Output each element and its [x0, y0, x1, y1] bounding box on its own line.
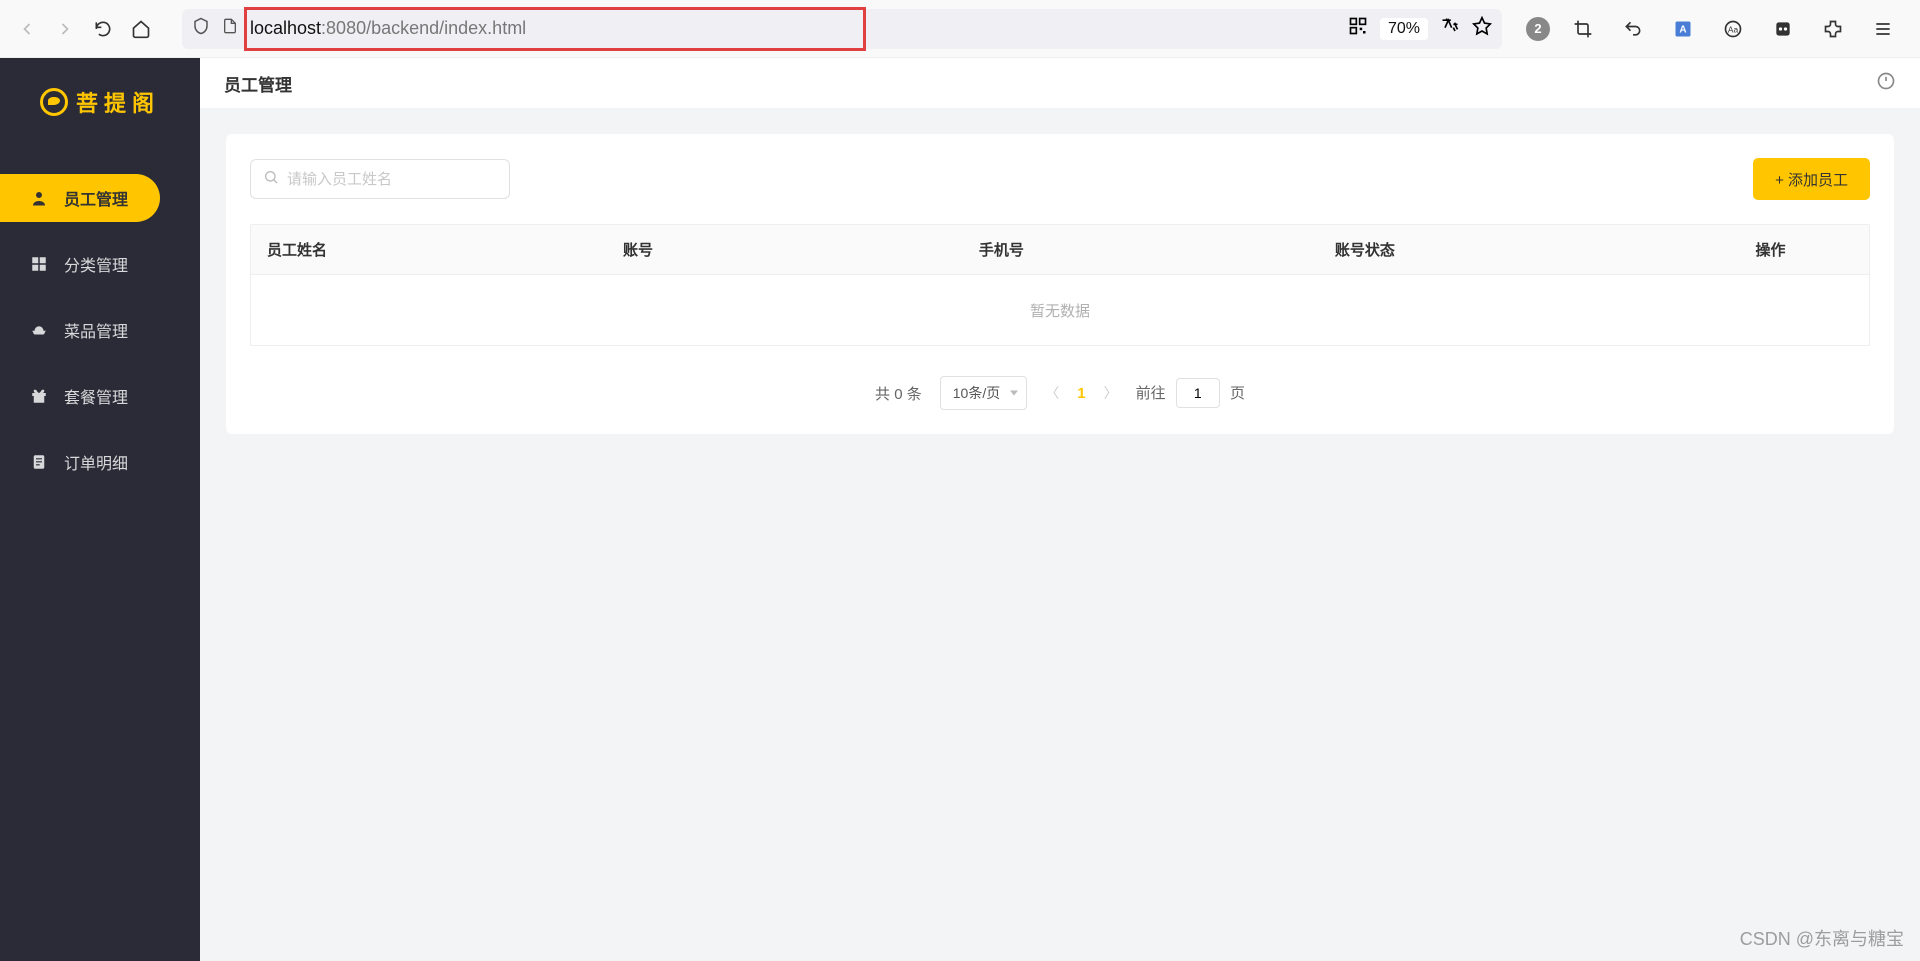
sidebar-item-label: 套餐管理 — [64, 384, 128, 408]
sidebar-item-orders[interactable]: 订单明细 — [0, 438, 200, 486]
browser-toolbar: localhost :8080/backend/index.html 70% 2 — [0, 0, 1920, 58]
user-icon — [30, 189, 48, 207]
prev-page-button[interactable]: 〈 — [1045, 383, 1059, 403]
sidebar-item-setmeal[interactable]: 套餐管理 — [0, 372, 200, 420]
sidebar-item-label: 员工管理 — [64, 186, 128, 210]
forward-button[interactable] — [48, 12, 82, 46]
page-jump-input[interactable] — [1176, 378, 1220, 408]
crop-icon[interactable] — [1566, 12, 1600, 46]
address-bar[interactable]: localhost :8080/backend/index.html 70% — [182, 9, 1502, 49]
column-action: 操作 — [1740, 239, 1869, 260]
url-path: :8080/backend/index.html — [321, 18, 526, 39]
employee-table: 员工姓名 账号 手机号 账号状态 操作 暂无数据 — [250, 224, 1870, 346]
gift-icon — [30, 387, 48, 405]
next-page-button[interactable]: 〉 — [1104, 383, 1118, 403]
watermark: CSDN @东离与糖宝 — [1740, 925, 1904, 951]
sidebar-item-employees[interactable]: 员工管理 — [0, 174, 160, 222]
translate-ext-icon[interactable]: A — [1666, 12, 1700, 46]
search-input[interactable] — [287, 171, 497, 188]
notification-badge[interactable]: 2 — [1526, 17, 1550, 41]
dish-icon — [30, 321, 48, 339]
brand-logo: 菩提阁 — [0, 86, 200, 118]
search-input-wrap[interactable] — [250, 159, 510, 199]
page-header: 员工管理 — [200, 58, 1920, 108]
sidebar-item-label: 分类管理 — [64, 252, 128, 276]
logout-icon[interactable] — [1876, 71, 1896, 96]
search-icon — [263, 169, 279, 190]
page-size-select[interactable]: 10条/页 — [940, 376, 1027, 410]
table-empty-text: 暂无数据 — [251, 275, 1869, 345]
current-page[interactable]: 1 — [1077, 385, 1085, 402]
sidebar: 菩提阁 员工管理 分类管理 菜品管理 套餐管理 — [0, 58, 200, 961]
zoom-level[interactable]: 70% — [1380, 18, 1428, 40]
sidebar-item-category[interactable]: 分类管理 — [0, 240, 200, 288]
logo-icon — [40, 88, 68, 116]
menu-icon[interactable] — [1866, 12, 1900, 46]
total-text: 共 0 条 — [875, 383, 922, 404]
url-host: localhost — [250, 18, 321, 39]
reload-button[interactable] — [86, 12, 120, 46]
qr-icon[interactable] — [1348, 16, 1368, 41]
content-card: + 添加员工 员工姓名 账号 手机号 账号状态 操作 暂无数据 共 0 条 — [226, 134, 1894, 434]
doc-icon — [30, 453, 48, 471]
back-button[interactable] — [10, 12, 44, 46]
translate-icon[interactable] — [1440, 16, 1460, 41]
font-ext-icon[interactable]: Aa — [1716, 12, 1750, 46]
column-phone: 手机号 — [963, 239, 1319, 260]
sidebar-item-dishes[interactable]: 菜品管理 — [0, 306, 200, 354]
sidebar-item-label: 菜品管理 — [64, 318, 128, 342]
svg-text:A: A — [1679, 24, 1686, 35]
app-ext-icon[interactable] — [1766, 12, 1800, 46]
page-icon — [222, 17, 238, 40]
column-status: 账号状态 — [1319, 239, 1740, 260]
page-title: 员工管理 — [224, 71, 292, 96]
grid-icon — [30, 255, 48, 273]
bookmark-star-icon[interactable] — [1472, 16, 1492, 41]
shield-icon — [192, 17, 210, 40]
main-content: 员工管理 + 添加员工 员工姓名 账号 手机号 — [200, 58, 1920, 961]
brand-text: 菩提阁 — [76, 86, 160, 118]
column-name: 员工姓名 — [251, 239, 607, 260]
add-employee-button[interactable]: + 添加员工 — [1753, 158, 1870, 200]
pagination: 共 0 条 10条/页 〈 1 〉 前往 页 — [250, 376, 1870, 410]
sidebar-item-label: 订单明细 — [64, 450, 128, 474]
column-account: 账号 — [607, 239, 963, 260]
home-button[interactable] — [124, 12, 158, 46]
extensions-icon[interactable] — [1816, 12, 1850, 46]
undo-icon[interactable] — [1616, 12, 1650, 46]
svg-text:Aa: Aa — [1728, 24, 1739, 34]
jump-wrap: 前往 页 — [1136, 378, 1245, 408]
